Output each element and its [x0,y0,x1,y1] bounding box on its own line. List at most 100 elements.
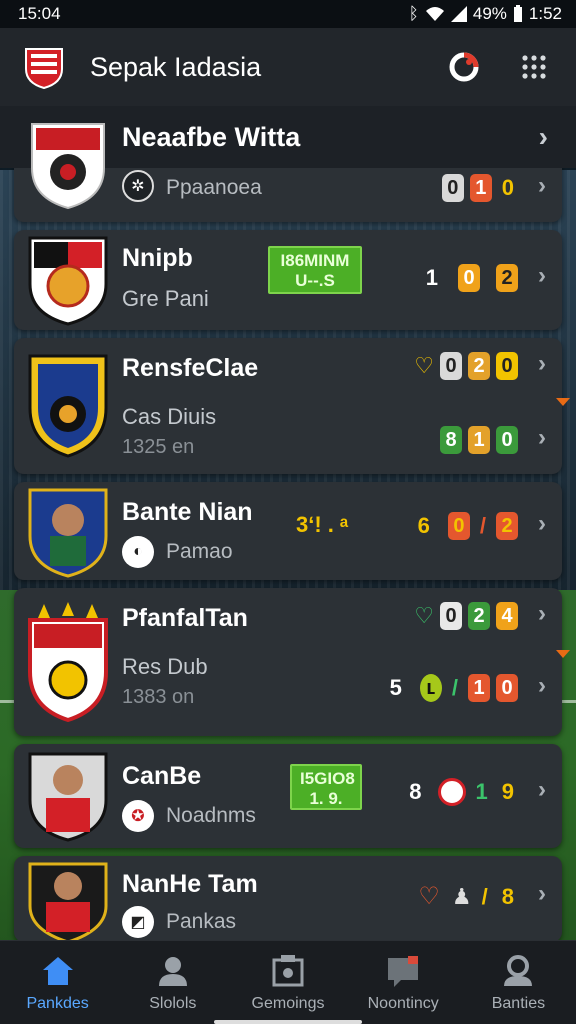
score-value: 1 [475,779,488,804]
score-value: 1 [469,174,492,202]
score-group: 5 ʟ / 1 0 [386,674,518,702]
score-value: 0 [496,426,518,454]
score-value: / [481,883,488,909]
nav-item-profile[interactable]: Banties [461,941,576,1024]
nav-item-notifications[interactable]: Noontincy [346,941,461,1024]
battery-icon [513,5,522,22]
team-subtitle: Pankas [166,910,237,933]
team-crest [28,234,108,328]
chevron-right-icon: › [538,880,546,907]
location-icon: ♡ [414,603,434,628]
score-value: 0 [496,674,518,702]
apps-grid-button[interactable] [514,47,554,87]
status-bar: 15:04 ᛒ 49% 1:52 [0,0,576,28]
team-crest [28,602,108,723]
team-meta: 1325 en [122,436,195,458]
nav-item-games[interactable]: Gemoings [230,941,345,1024]
home-indicator[interactable] [214,1020,362,1024]
chevron-right-icon: › [538,262,546,289]
team-subtitle: Res Dub [122,654,208,679]
team-name: CanBe [122,762,202,790]
wifi-icon [425,7,444,21]
home-icon [42,956,73,985]
team-mini-icon: ✪ [122,800,154,832]
promo-badge[interactable]: I5GIO8 1. 9. [290,764,362,810]
score-value: 0 [458,264,480,292]
featured-title: Neaafbe Witta [122,121,301,152]
team-subtitle: Ppaanoea [166,176,262,199]
score-value: 8 [440,426,462,454]
team-name: RensfeClae [122,354,259,382]
nav-item-players[interactable]: Slolols [115,941,230,1024]
bottom-navigation: Pankdes Slolols Gemoings Noontincy Banti… [0,940,576,1024]
team-subtitle: Pamao [166,540,233,563]
refresh-button[interactable] [444,47,484,87]
score-value: 0 [440,352,462,380]
team-crest [28,118,108,210]
score-group: 8 1 9 [405,778,518,806]
team-card[interactable]: PfanfalTan Res Dub 1383 on ♡ 0 2 4 › 5 ʟ… [14,588,562,736]
nav-label: Pankdes [26,994,89,1012]
chevron-right-icon: › [538,776,546,803]
status-time: 15:04 [18,4,61,23]
team-name: NanHe Tam [122,870,258,898]
profile-icon [504,954,533,986]
team-card[interactable]: CanBe ✪ Noadnms I5GIO8 1. 9. 8 1 9 › [14,744,562,848]
score-value: 0 [440,602,462,630]
nav-item-home[interactable]: Pankdes [0,941,115,1024]
nav-label: Banties [491,994,546,1012]
team-name: Nnipb [122,244,193,272]
app-title: Sepak Iadasia [90,51,262,82]
chevron-right-icon: › [538,121,548,152]
score-value [437,778,466,806]
chevron-right-icon: › [538,172,546,199]
promo-badge[interactable]: I86MINM U--.S [268,246,362,294]
grid-icon [522,55,546,79]
chevron-right-icon: › [538,510,546,537]
score-group: 1 0 2 [422,264,518,292]
score-value: 0 [441,174,464,202]
score-value: 8 [501,883,514,909]
team-card[interactable]: NanHe Tam ◩ Pankas ♡ ♟ / 8 › [14,856,562,944]
score-group: 0 1 0 [441,174,518,202]
score-value: 2 [468,602,490,630]
chevron-right-icon: › [538,672,546,699]
score-value: / [479,513,486,538]
team-card[interactable]: Nnipb Gre Pani I86MINM U--.S 1 0 2 › [14,230,562,330]
team-mini-icon: ◩ [122,906,154,938]
score-group: ♡ 0 2 4 [414,602,518,630]
chevron-right-icon: › [538,350,546,377]
team-mini-icon: ◐ [122,536,154,568]
score-value: / [451,675,458,700]
score-value: 1 [468,426,490,454]
app-bar: Sepak Iadasia [0,28,576,106]
refresh-icon [449,52,479,82]
score-value: 2 [496,264,518,292]
score-value: 1 [468,674,490,702]
score-value: 2 [468,352,490,380]
score-value: 9 [501,779,514,804]
team-meta: 1383 on [122,686,195,708]
team-card[interactable]: RensfeClae Cas Diuis 1325 en ♡ 0 2 0 › 8… [14,338,562,474]
team-crest [28,750,108,842]
app-logo[interactable] [22,45,66,89]
score-value: ʟ [419,674,442,702]
team-subtitle: Gre Pani [122,286,209,311]
heart-icon: ♡ [418,883,440,910]
team-crest [28,860,108,944]
calendar-icon [272,954,304,986]
team-crest [28,352,108,458]
team-card[interactable]: Bante Nian ◐ Pamao 3ʻ! . ᵃ 6 0 / 2 › [14,482,562,580]
status-clock: 1:52 [528,4,562,23]
match-info: 3ʻ! . ᵃ [296,512,349,537]
score-group: 6 0 / 2 [414,512,518,540]
score-value: 1 [425,265,438,290]
team-name: PfanfalTan [122,604,248,632]
trophy-icon: ♟ [451,883,472,909]
team-name: Bante Nian [122,498,253,526]
score-group: 8 1 0 [440,426,518,454]
expand-indicator[interactable] [556,398,570,406]
expand-indicator[interactable] [556,650,570,658]
team-subtitle: Noadnms [166,804,256,827]
battery-percent: 49% [472,4,507,23]
